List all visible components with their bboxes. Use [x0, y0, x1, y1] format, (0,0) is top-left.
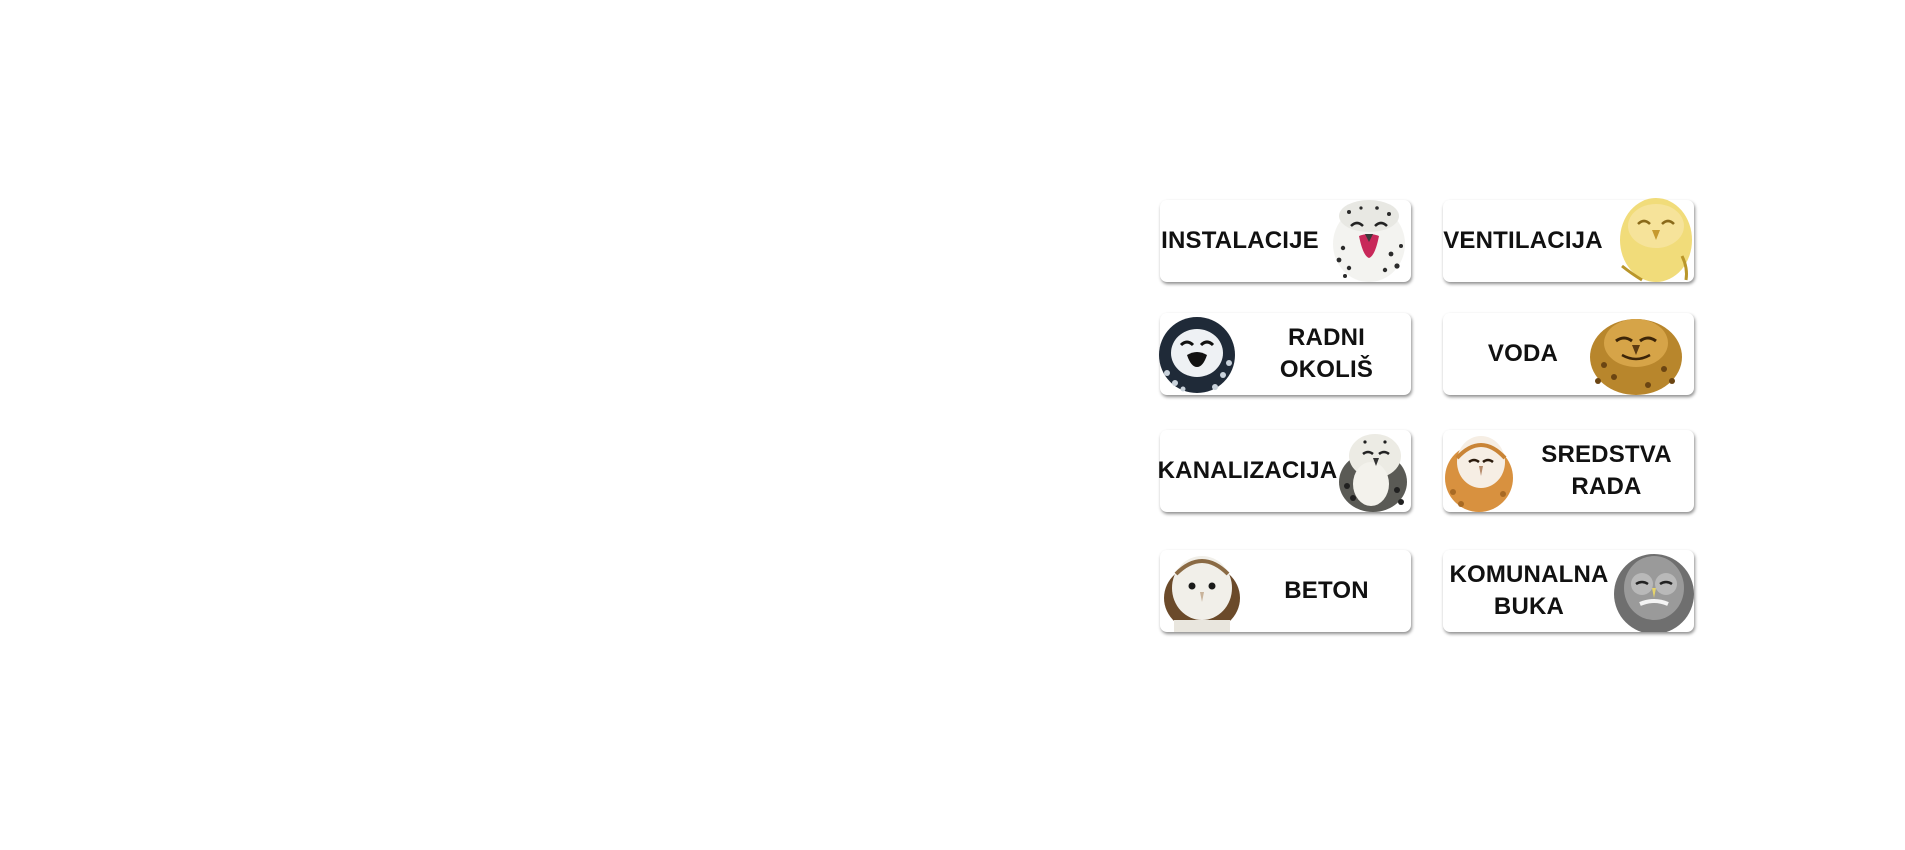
card-label: BETON	[1242, 550, 1411, 632]
card-label: KANALIZACIJA	[1157, 430, 1338, 512]
card-label: VODA	[1443, 313, 1603, 395]
snowy-owl-laughing-icon	[1327, 196, 1409, 282]
card-voda[interactable]: VODA	[1443, 313, 1694, 395]
card-label-line2: RADA	[1571, 473, 1642, 500]
card-radni-okolis[interactable]: RADNI OKOLIŠ	[1159, 313, 1411, 395]
card-label: KOMUNALNA BUKA	[1443, 550, 1615, 632]
card-label-line2: BUKA	[1493, 593, 1565, 620]
barn-owl-icon	[1441, 426, 1517, 512]
black-white-owl-laughing-icon	[1157, 309, 1239, 395]
card-label-text: BETON	[1284, 577, 1369, 604]
card-label-text: KANALIZACIJA	[1157, 457, 1338, 484]
card-label: SREDSTVA RADA	[1519, 430, 1694, 512]
snowy-owl-sitting-icon	[1335, 426, 1411, 512]
yellow-owl-laughing-icon	[1612, 196, 1694, 282]
card-label-line2: OKOLIŠ	[1279, 356, 1374, 383]
card-komunalna-buka[interactable]: KOMUNALNA BUKA	[1443, 550, 1694, 632]
card-ventilacija[interactable]: VENTILACIJA	[1443, 198, 1694, 282]
card-kanalizacija[interactable]: KANALIZACIJA	[1157, 430, 1411, 512]
card-instalacije[interactable]: INSTALACIJE	[1160, 200, 1411, 282]
card-beton[interactable]: BETON	[1160, 550, 1411, 632]
card-label: VENTILACIJA	[1443, 200, 1603, 282]
card-label: INSTALACIJE	[1160, 200, 1320, 282]
card-label-line1: KOMUNALNA	[1449, 561, 1609, 588]
card-label-text: INSTALACIJE	[1161, 227, 1319, 254]
card-label-text: VODA	[1487, 340, 1559, 367]
white-barn-owl-icon	[1160, 546, 1242, 632]
brown-owl-smiling-icon	[1584, 309, 1688, 395]
grey-owl-icon	[1612, 546, 1694, 632]
card-sredstva-rada[interactable]: SREDSTVA RADA	[1443, 430, 1694, 512]
card-label-line1: RADNI	[1288, 324, 1365, 351]
card-label-text: VENTILACIJA	[1443, 227, 1603, 254]
card-label-line1: SREDSTVA	[1541, 441, 1672, 468]
card-label: RADNI OKOLIŠ	[1242, 313, 1411, 395]
